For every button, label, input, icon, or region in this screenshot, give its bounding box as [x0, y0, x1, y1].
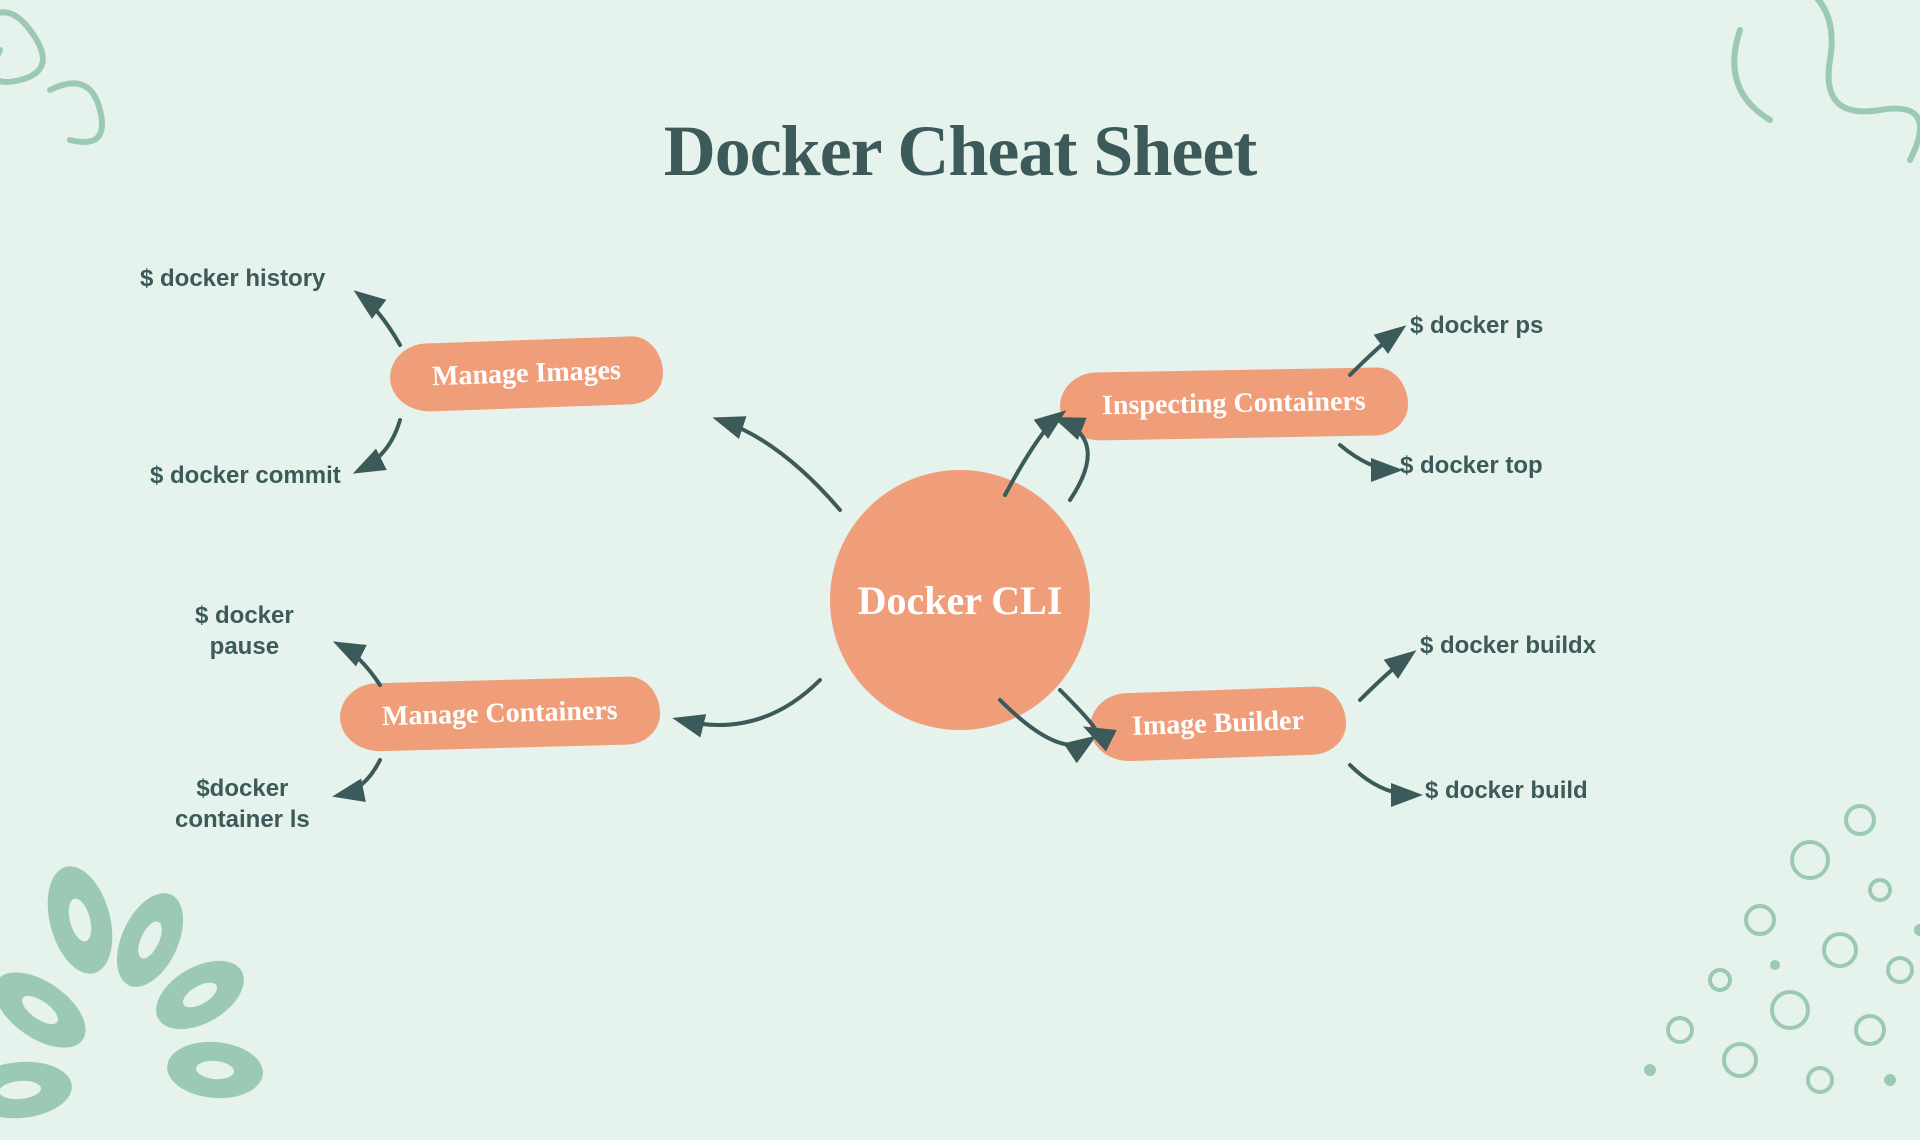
branch-inspecting-containers: Inspecting Containers — [1059, 367, 1408, 441]
branch-manage-images: Manage Images — [389, 335, 664, 412]
branch-image-builder: Image Builder — [1089, 686, 1347, 763]
cmd-docker-pause: $ docker pause — [195, 600, 294, 662]
cmd-docker-top: $ docker top — [1400, 450, 1543, 481]
cmd-docker-ps: $ docker ps — [1410, 310, 1543, 341]
cmd-docker-buildx: $ docker buildx — [1420, 630, 1596, 661]
center-node: Docker CLI — [830, 470, 1090, 730]
dots-decoration — [1580, 780, 1920, 1100]
squiggle-decoration — [0, 0, 160, 180]
squiggle-decoration — [1700, 0, 1920, 230]
branch-manage-containers: Manage Containers — [339, 676, 660, 752]
cmd-docker-container-ls: $docker container ls — [175, 773, 310, 835]
page-title: Docker Cheat Sheet — [664, 110, 1257, 193]
cmd-docker-build: $ docker build — [1425, 775, 1588, 806]
cmd-docker-commit: $ docker commit — [150, 460, 341, 491]
cmd-docker-history: $ docker history — [140, 263, 325, 294]
flower-decoration — [0, 820, 300, 1140]
